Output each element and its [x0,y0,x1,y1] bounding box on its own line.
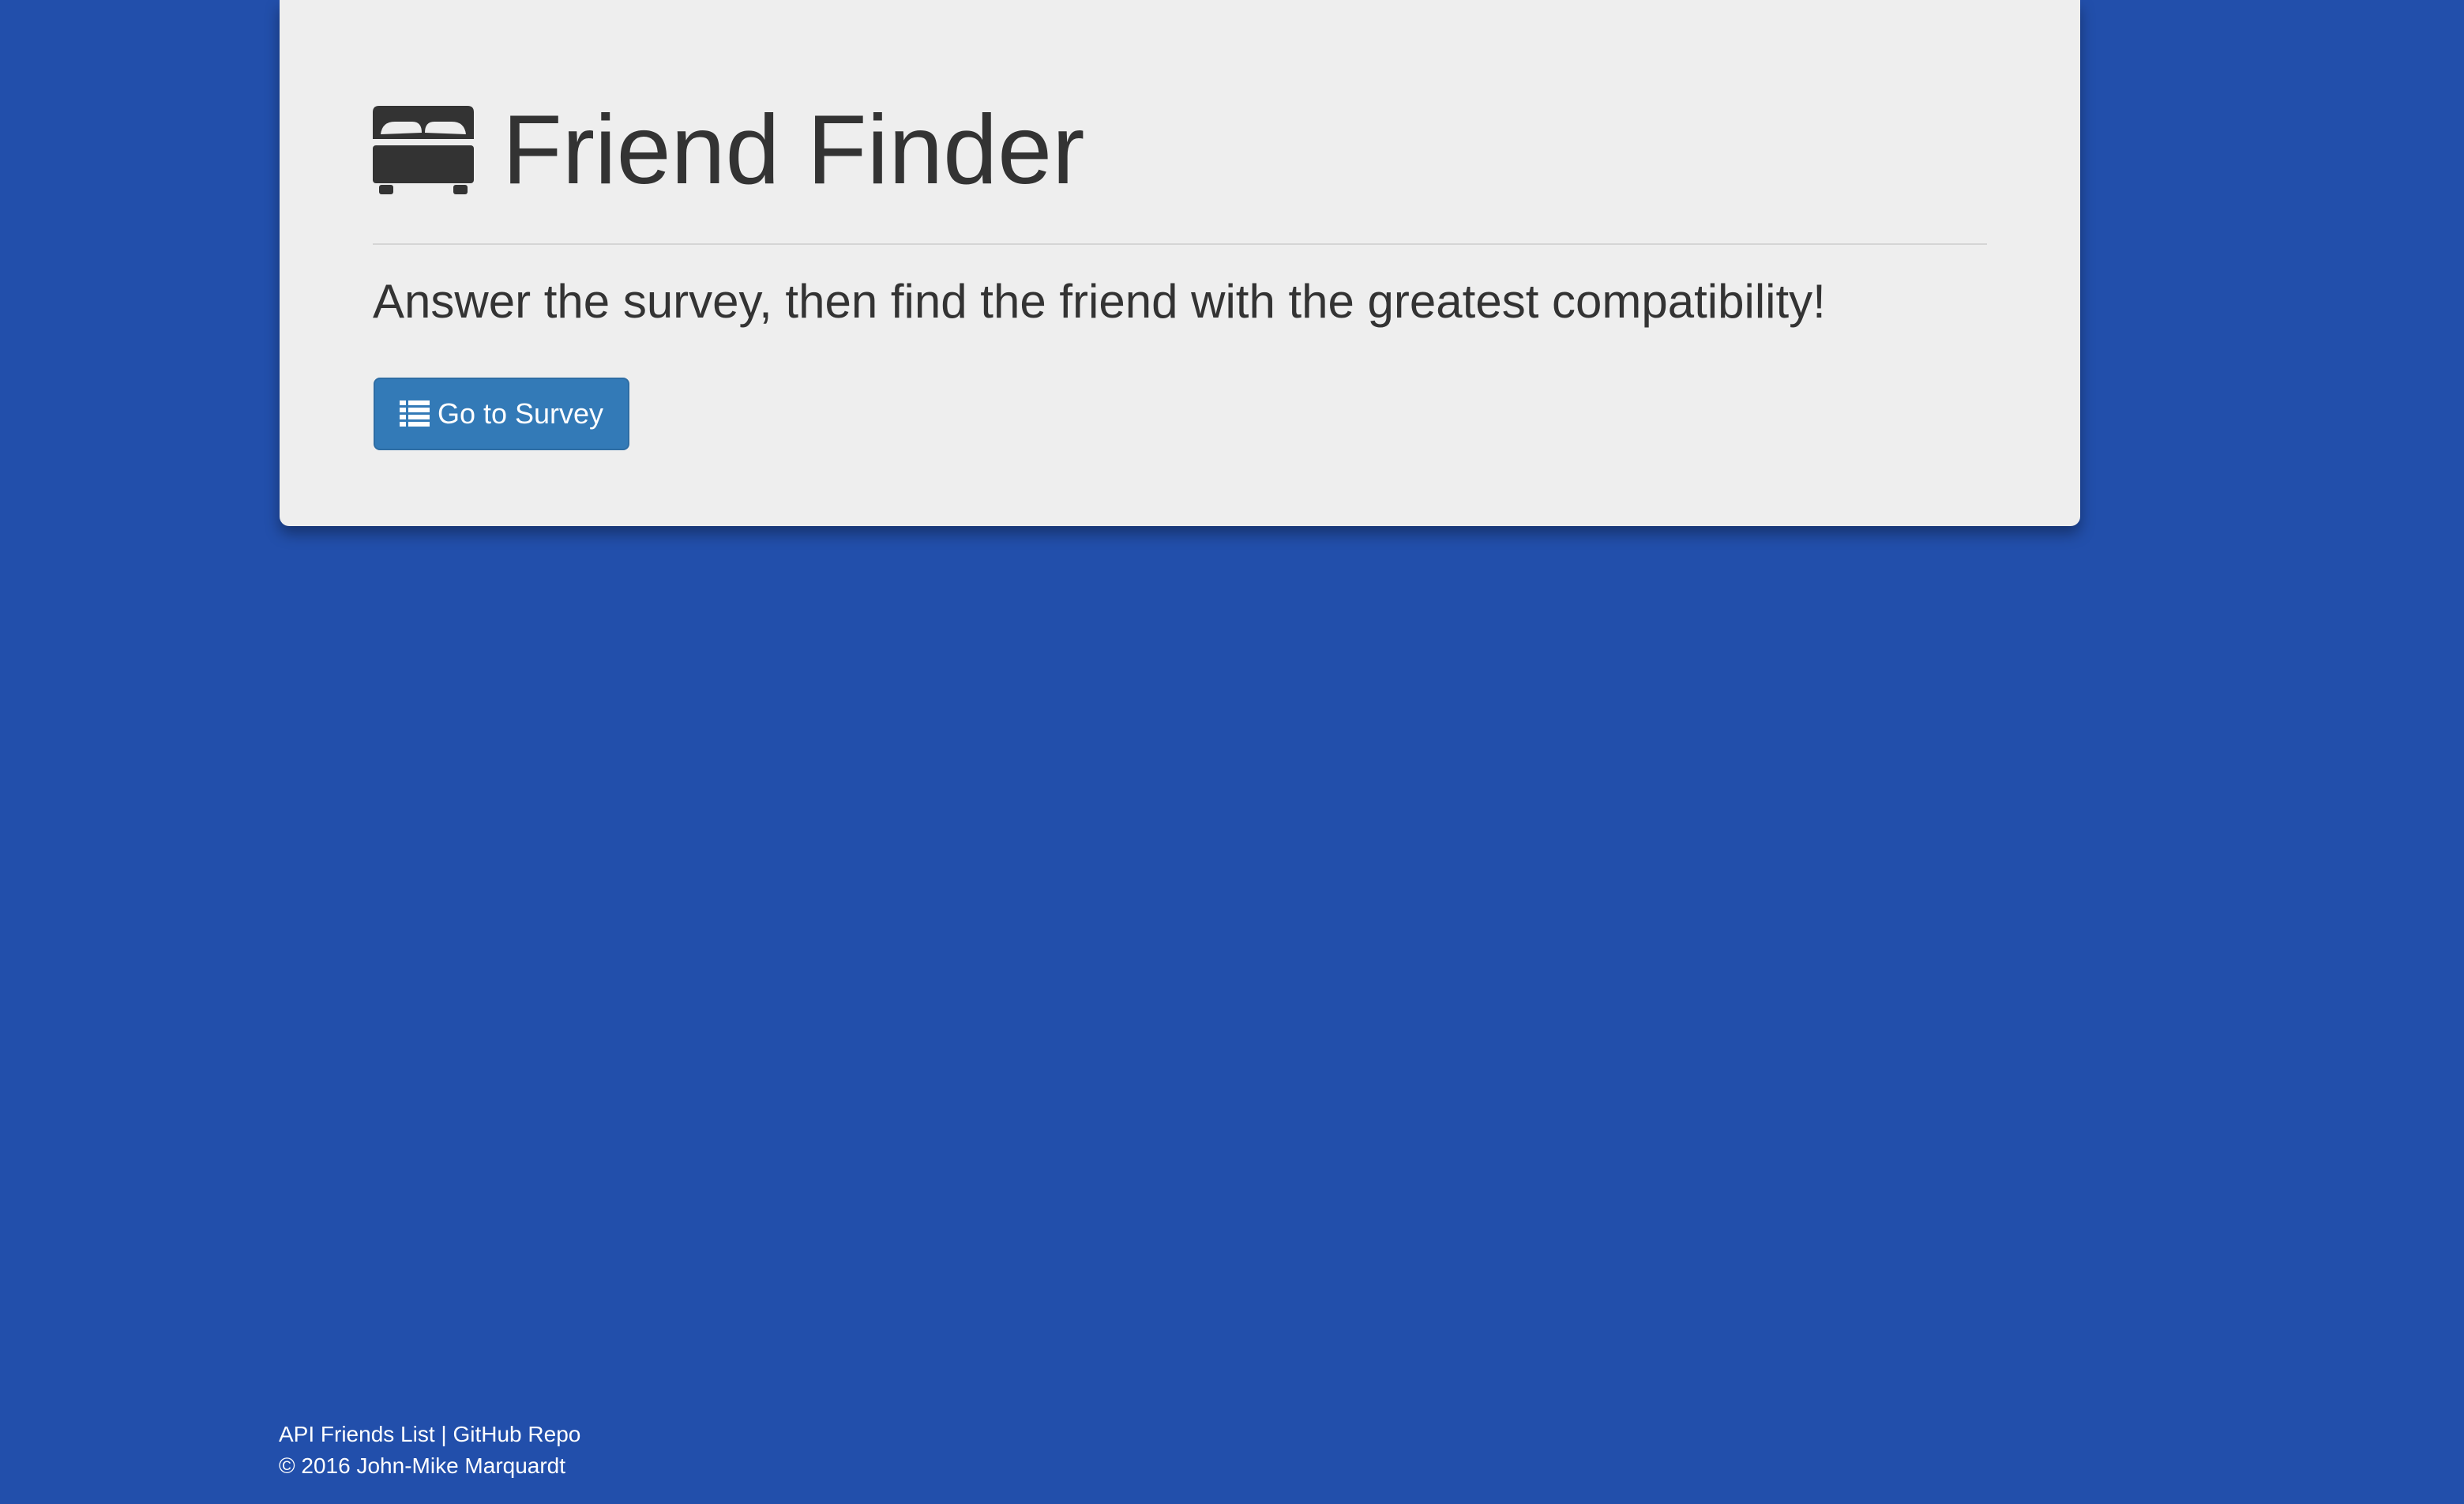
lead-text: Answer the survey, then find the friend … [373,275,1826,328]
page-title: Friend Finder [502,96,1085,205]
divider [373,243,1987,245]
list-icon [399,400,430,427]
title-row: Friend Finder [373,95,1084,205]
go-to-survey-button[interactable]: Go to Survey [374,378,629,450]
github-repo-link[interactable]: GitHub Repo [453,1422,580,1446]
footer-links: API Friends List | GitHub Repo [279,1419,580,1450]
copyright: © 2016 John-Mike Marquardt [279,1453,566,1478]
footer-separator: | [441,1422,447,1446]
api-friends-list-link[interactable]: API Friends List [279,1422,435,1446]
footer: API Friends List | GitHub Repo © 2016 Jo… [279,1419,580,1482]
jumbotron: Friend Finder Answer the survey, then fi… [280,0,2080,526]
survey-button-label: Go to Survey [437,397,604,430]
bed-icon [373,106,474,194]
